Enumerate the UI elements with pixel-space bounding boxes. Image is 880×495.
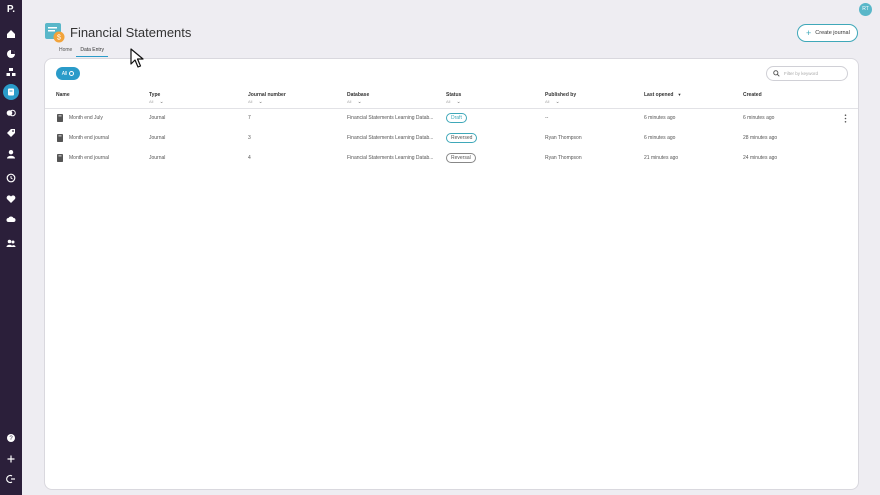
table-row[interactable]: Month end journal Journal 4 Financial St… [45, 149, 858, 169]
cell-journal-number: 4 [248, 155, 251, 161]
chevron-down-icon: ⌄ [357, 99, 362, 105]
column-header-name[interactable]: Name [56, 92, 70, 98]
chevron-down-icon: ⌄ [258, 99, 263, 105]
column-header-type[interactable]: Type All ⌄ [149, 92, 164, 105]
status-badge: Reversal [446, 153, 476, 163]
chevron-down-icon: ⌄ [159, 99, 164, 105]
cell-type: Journal [149, 135, 166, 141]
journals-card: All Filter by keyword Name Type All ⌄ Jour… [44, 58, 859, 490]
cloud-icon[interactable] [6, 214, 16, 224]
column-header-database[interactable]: Database All ⌄ [347, 92, 369, 105]
tab-data-entry[interactable]: Data Entry [76, 47, 108, 57]
more-options-icon[interactable] [844, 114, 847, 123]
clear-filter-icon [69, 71, 75, 76]
logout-icon[interactable] [6, 474, 16, 484]
hierarchy-icon[interactable] [6, 67, 16, 77]
column-filter-label: All [545, 99, 550, 104]
help-icon[interactable]: ? [6, 433, 16, 443]
cell-last-opened: 21 minutes ago [644, 155, 679, 161]
sort-desc-icon: ▼ [677, 92, 682, 97]
table-header: Name Type All ⌄ Journal number All ⌄ Databas… [45, 88, 858, 109]
mouse-cursor-icon [130, 48, 144, 68]
column-filter-label: All [248, 99, 253, 104]
cell-type: Journal [149, 155, 166, 161]
column-filter[interactable]: All ⌄ [545, 99, 576, 105]
tag-icon[interactable] [6, 128, 16, 138]
heart-icon[interactable] [6, 194, 16, 204]
cell-journal-number: 3 [248, 135, 251, 141]
cell-type: Journal [149, 115, 166, 121]
column-label: Last opened [644, 92, 674, 98]
chevron-down-icon: ⌄ [555, 99, 560, 105]
column-label: Published by [545, 92, 577, 98]
cell-created: 28 minutes ago [743, 135, 778, 141]
column-label: Status [446, 92, 462, 98]
page-title: Financial Statements [70, 25, 192, 40]
cell-database: Financial Statements Learning Datab... [347, 155, 434, 161]
column-filter-label: All [149, 99, 154, 104]
team-icon[interactable] [6, 238, 16, 248]
column-header-published-by[interactable]: Published by All ⌄ [545, 92, 576, 105]
table-row[interactable]: Month end journal Journal 3 Financial St… [45, 129, 858, 149]
column-header-status[interactable]: Status All ⌄ [446, 92, 461, 105]
cell-published-by: -- [545, 115, 549, 121]
cell-name[interactable]: Month end journal [69, 155, 109, 161]
cell-last-opened: 6 minutes ago [644, 115, 676, 121]
chevron-down-icon: ⌄ [456, 99, 461, 105]
column-label: Name [56, 92, 70, 98]
column-header-last-opened[interactable]: Last opened ▼ [644, 92, 681, 98]
search-icon [773, 70, 780, 77]
pie-chart-icon[interactable] [6, 49, 16, 59]
cell-published-by: Ryan Thompson [545, 135, 582, 141]
sidebar: P. ? [0, 0, 22, 495]
tab-home[interactable]: Home [55, 47, 76, 57]
filter-all-button[interactable]: All [56, 67, 80, 80]
cell-last-opened: 6 minutes ago [644, 135, 676, 141]
plus-icon: + [806, 27, 812, 38]
column-filter-label: All [347, 99, 352, 104]
column-label: Created [743, 92, 762, 98]
cell-created: 6 minutes ago [743, 115, 775, 121]
status-badge: Reversed [446, 133, 478, 143]
svg-text:$: $ [57, 35, 61, 42]
journal-book-icon [57, 154, 63, 162]
column-label: Database [347, 92, 370, 98]
column-filter[interactable]: All ⌄ [347, 99, 369, 105]
search-placeholder: Filter by keyword [784, 71, 819, 76]
cell-created: 24 minutes ago [743, 155, 778, 161]
app-logo[interactable]: P. [5, 4, 17, 16]
column-filter-label: All [446, 99, 451, 104]
cell-name[interactable]: Month end July [69, 115, 103, 121]
user-icon[interactable] [6, 149, 16, 159]
financial-statements-icon: $ [45, 23, 65, 43]
history-icon[interactable] [6, 173, 16, 183]
column-label: Journal number [248, 92, 286, 98]
journal-icon[interactable] [6, 87, 16, 97]
table-row[interactable]: Month end July Journal 7 Financial State… [45, 109, 858, 129]
journal-book-icon [57, 114, 63, 122]
search-input[interactable]: Filter by keyword [766, 66, 848, 81]
cell-journal-number: 7 [248, 115, 251, 121]
create-journal-label: Create journal [815, 30, 850, 36]
journal-book-icon [57, 134, 63, 142]
home-icon[interactable] [6, 29, 16, 39]
tab-bar: Home Data Entry [55, 47, 108, 57]
column-header-created[interactable]: Created [743, 92, 762, 98]
column-filter[interactable]: All ⌄ [149, 99, 164, 105]
avatar[interactable]: RT [859, 3, 872, 16]
add-icon[interactable] [6, 454, 16, 464]
transfer-icon[interactable] [6, 108, 16, 118]
filter-all-label: All [61, 70, 68, 77]
cell-database: Financial Statements Learning Datab... [347, 115, 434, 121]
column-label: Type [149, 92, 161, 98]
column-filter[interactable]: All ⌄ [248, 99, 286, 105]
cell-name[interactable]: Month end journal [69, 135, 109, 141]
column-header-journal-number[interactable]: Journal number All ⌄ [248, 92, 286, 105]
column-filter[interactable]: All ⌄ [446, 99, 461, 105]
create-journal-button[interactable]: + Create journal [797, 24, 858, 42]
journals-table: Name Type All ⌄ Journal number All ⌄ Databas… [45, 88, 858, 169]
cell-published-by: Ryan Thompson [545, 155, 582, 161]
status-badge: Draft [446, 113, 467, 123]
cell-database: Financial Statements Learning Datab... [347, 135, 434, 141]
